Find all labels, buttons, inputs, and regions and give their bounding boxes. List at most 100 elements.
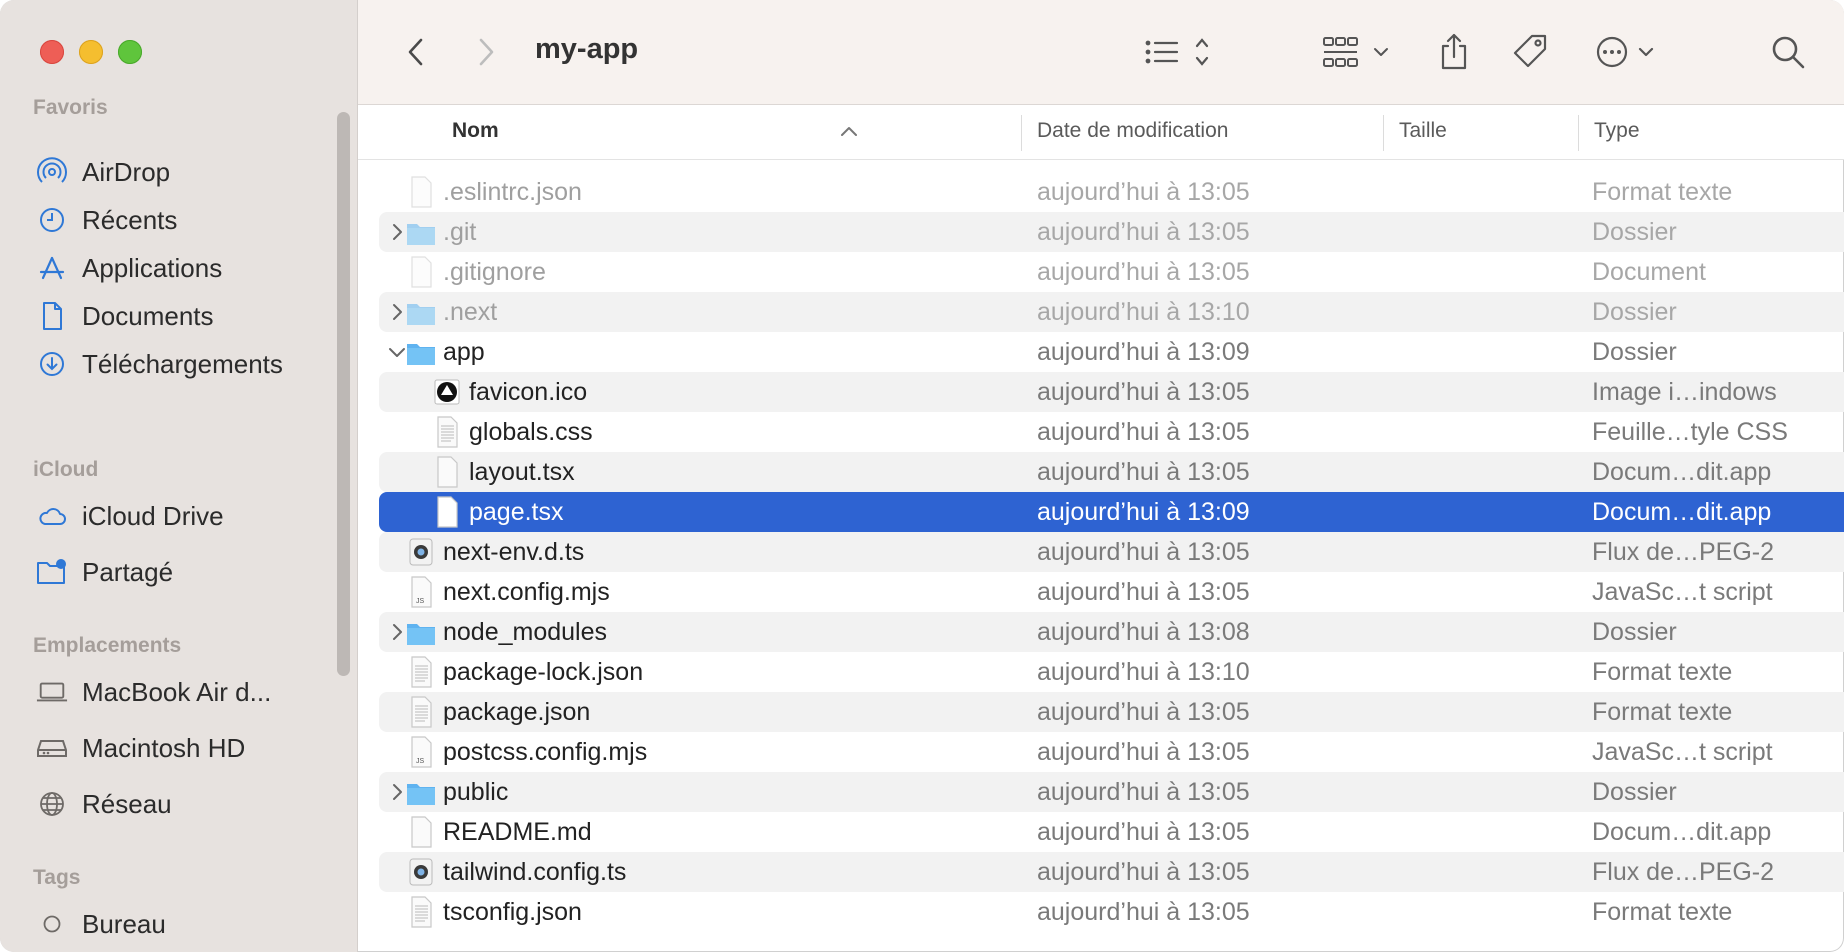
svg-text:JS: JS	[416, 758, 425, 765]
sidebar-item-airdrop[interactable]: AirDrop	[36, 152, 170, 192]
file-row[interactable]: globals.cssaujourd’hui à 13:05606 octets…	[379, 412, 1844, 452]
file-type: JavaSc…t script	[1592, 578, 1773, 606]
sidebar-item-bureau[interactable]: Bureau	[36, 904, 166, 944]
column-name[interactable]: Nom	[452, 119, 499, 143]
file-type: Format texte	[1592, 698, 1733, 726]
file-name: page.tsx	[469, 498, 564, 526]
zoom-button[interactable]	[118, 40, 142, 64]
file-name: .next	[443, 298, 498, 326]
file-type: Format texte	[1592, 658, 1733, 686]
list-view-icon	[1145, 38, 1209, 66]
sidebar-scrollbar[interactable]	[337, 112, 350, 676]
file-row[interactable]: page.tsxaujourd’hui à 13:091 koDocum…dit…	[379, 492, 1844, 532]
sidebar-item-label: Bureau	[82, 908, 166, 939]
file-type: Docum…dit.app	[1592, 458, 1772, 486]
file-row[interactable]: package.jsonaujourd’hui à 13:05516 octet…	[379, 692, 1844, 732]
forward-button[interactable]	[468, 30, 504, 74]
file-type: Docum…dit.app	[1592, 498, 1772, 526]
group-button[interactable]	[1320, 30, 1398, 74]
file-icon	[406, 856, 436, 888]
disclosure-chevron-right-icon[interactable]	[387, 620, 407, 644]
folder-icon	[406, 776, 436, 808]
file-date: aujourd’hui à 13:08	[1037, 618, 1250, 646]
file-name: globals.css	[469, 418, 593, 446]
file-row[interactable]: package-lock.jsonaujourd’hui à 13:10185 …	[379, 652, 1844, 692]
sidebar-item-label: Partagé	[82, 556, 174, 587]
disclosure-chevron-right-icon[interactable]	[387, 220, 407, 244]
sidebar-item-reseau[interactable]: Réseau	[36, 784, 172, 824]
sidebar-item-macintosh-hd[interactable]: Macintosh HD	[36, 728, 245, 768]
laptop-icon	[36, 676, 68, 708]
file-row[interactable]: .nextaujourd’hui à 13:10--Dossier	[379, 292, 1844, 332]
column-date[interactable]: Date de modification	[1037, 119, 1228, 143]
sidebar-item-label: Documents	[82, 300, 214, 331]
globe-icon	[36, 788, 68, 820]
file-row[interactable]: .gitaujourd’hui à 13:05--Dossier	[379, 212, 1844, 252]
file-date: aujourd’hui à 13:05	[1037, 898, 1250, 926]
file-date: aujourd’hui à 13:05	[1037, 858, 1250, 886]
file-row[interactable]: JSnext.config.mjsaujourd’hui à 13:0592 o…	[379, 572, 1844, 612]
file-row[interactable]: tailwind.config.tsaujourd’hui à 13:05498…	[379, 852, 1844, 892]
share-button[interactable]	[1434, 30, 1474, 74]
file-row[interactable]: appaujourd’hui à 13:09--Dossier	[379, 332, 1844, 372]
download-icon	[36, 348, 68, 380]
file-name: node_modules	[443, 618, 608, 646]
file-icon: JS	[406, 576, 436, 608]
finder-window: Favoris AirDrop Récents Applications Doc…	[0, 0, 1844, 952]
ellipsis-circle-icon	[1596, 36, 1654, 68]
close-button[interactable]	[40, 40, 64, 64]
file-row[interactable]: .gitignoreaujourd’hui à 13:05391 octetsD…	[379, 252, 1844, 292]
file-row[interactable]: JSpostcss.config.mjsaujourd’hui à 13:051…	[379, 732, 1844, 772]
file-icon: JS	[406, 736, 436, 768]
folder-icon	[406, 216, 436, 248]
file-name: layout.tsx	[469, 458, 575, 486]
minimize-button[interactable]	[79, 40, 103, 64]
search-button[interactable]	[1766, 30, 1810, 74]
file-type: Format texte	[1592, 898, 1733, 926]
chevron-left-icon	[408, 38, 423, 66]
file-row[interactable]: favicon.icoaujourd’hui à 13:0526 koImage…	[379, 372, 1844, 412]
sidebar-item-macbook[interactable]: MacBook Air d...	[36, 672, 271, 712]
file-icon	[406, 176, 436, 208]
file-type: Docum…dit.app	[1592, 818, 1772, 846]
sidebar-item-recents[interactable]: Récents	[36, 200, 177, 240]
file-row[interactable]: node_modulesaujourd’hui à 13:08--Dossier	[379, 612, 1844, 652]
sidebar-item-label: AirDrop	[82, 156, 171, 187]
folder-icon	[406, 616, 436, 648]
column-size[interactable]: Taille	[1399, 119, 1447, 143]
back-button[interactable]	[398, 30, 434, 74]
file-icon	[406, 536, 436, 568]
disk-icon	[36, 732, 68, 764]
more-actions-button[interactable]	[1594, 30, 1664, 74]
disclosure-chevron-down-icon[interactable]	[387, 340, 407, 364]
file-row[interactable]: .eslintrc.jsonaujourd’hui à 13:0540 octe…	[379, 172, 1844, 212]
file-row[interactable]: tsconfig.jsonaujourd’hui à 13:05574 octe…	[379, 892, 1844, 932]
file-icon	[406, 696, 436, 728]
sidebar-item-label: MacBook Air d...	[82, 676, 272, 707]
sidebar-item-telechargements[interactable]: Téléchargements	[36, 344, 283, 384]
view-list-button[interactable]	[1142, 30, 1216, 74]
sidebar-item-applications[interactable]: Applications	[36, 248, 222, 288]
file-row[interactable]: README.mdaujourd’hui à 13:051 koDocum…di…	[379, 812, 1844, 852]
file-row[interactable]: layout.tsxaujourd’hui à 13:05473 octetsD…	[379, 452, 1844, 492]
toolbar: my-app	[358, 0, 1844, 105]
sidebar-item-icloud-drive[interactable]: iCloud Drive	[36, 496, 224, 536]
tags-button[interactable]	[1508, 30, 1552, 74]
file-type: Feuille…tyle CSS	[1592, 418, 1788, 446]
column-type[interactable]: Type	[1594, 119, 1640, 143]
image-icon	[432, 376, 462, 408]
sidebar-item-label: Réseau	[82, 788, 172, 819]
sidebar-item-partage[interactable]: Partagé	[36, 552, 173, 592]
file-name: tsconfig.json	[443, 898, 582, 926]
disclosure-chevron-right-icon[interactable]	[387, 300, 407, 324]
file-row[interactable]: next-env.d.tsaujourd’hui à 13:05201 octe…	[379, 532, 1844, 572]
file-name: public	[443, 778, 509, 806]
file-date: aujourd’hui à 13:05	[1037, 778, 1250, 806]
window-title: my-app	[535, 33, 639, 65]
file-icon	[432, 456, 462, 488]
file-date: aujourd’hui à 13:05	[1037, 378, 1250, 406]
file-type: Dossier	[1592, 218, 1677, 246]
file-row[interactable]: publicaujourd’hui à 13:05--Dossier	[379, 772, 1844, 812]
sidebar-item-documents[interactable]: Documents	[36, 296, 214, 336]
disclosure-chevron-right-icon[interactable]	[387, 780, 407, 804]
